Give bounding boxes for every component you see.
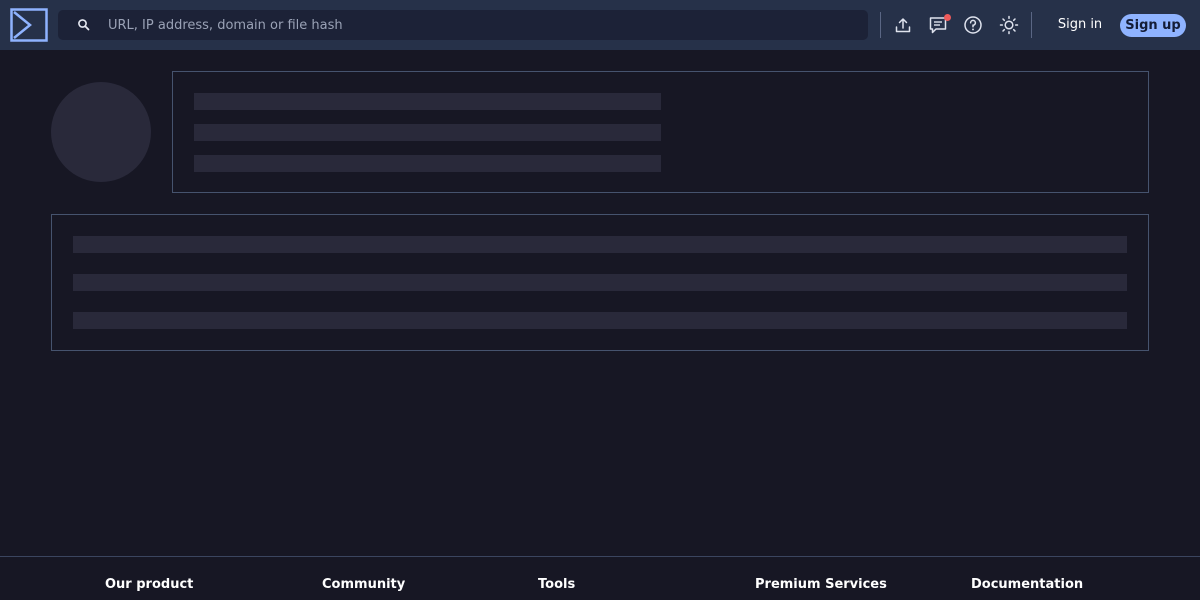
theme-sun-icon — [999, 15, 1019, 35]
upload-icon — [895, 18, 911, 33]
header-divider — [880, 12, 881, 38]
help-icon — [964, 16, 982, 34]
search-bar — [58, 10, 868, 40]
details-skeleton-card — [51, 214, 1149, 351]
footer-heading-our-product: Our product — [105, 577, 194, 592]
sign-up-button[interactable]: Sign up — [1120, 14, 1186, 37]
notification-dot — [944, 14, 951, 21]
avatar-skeleton — [51, 82, 151, 182]
top-navigation-bar: Sign in Sign up — [0, 0, 1200, 50]
skeleton-line — [194, 93, 661, 110]
skeleton-line — [194, 155, 661, 172]
skeleton-line — [194, 124, 661, 141]
footer: Our product Community Tools Premium Serv… — [0, 556, 1200, 600]
skeleton-line — [73, 236, 1127, 253]
footer-heading-documentation: Documentation — [971, 577, 1084, 592]
search-input[interactable] — [98, 10, 858, 40]
footer-heading-community: Community — [322, 577, 406, 592]
logo-icon[interactable] — [10, 8, 48, 42]
header-divider — [1031, 12, 1032, 38]
skeleton-line — [73, 312, 1127, 329]
footer-heading-premium-services: Premium Services — [755, 577, 887, 592]
profile-summary-skeleton-card — [172, 71, 1149, 193]
upload-button[interactable] — [891, 13, 915, 37]
search-icon — [78, 19, 90, 31]
theme-toggle-button[interactable] — [997, 13, 1021, 37]
skeleton-line — [73, 274, 1127, 291]
help-button[interactable] — [961, 13, 985, 37]
sign-in-link[interactable]: Sign in — [1053, 13, 1107, 37]
footer-heading-tools: Tools — [538, 577, 576, 592]
